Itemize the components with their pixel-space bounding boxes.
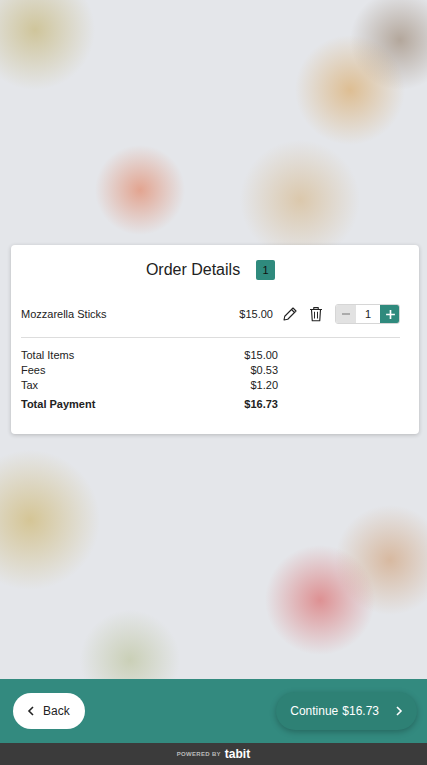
increase-button[interactable] (380, 304, 400, 324)
continue-button[interactable]: Continue$16.73 (276, 692, 417, 730)
chevron-left-icon (27, 706, 35, 716)
summary-value: $16.73 (244, 397, 278, 412)
back-button[interactable]: Back (13, 693, 85, 729)
summary-label: Total Payment (21, 397, 95, 412)
order-item: Mozzarella Sticks$15.00 1 (21, 281, 400, 338)
back-label: Back (43, 702, 70, 720)
pencil-icon (281, 305, 299, 323)
summary-value: $0.53 (250, 363, 278, 378)
item-price: $15.00 (239, 306, 273, 323)
decrease-button[interactable] (336, 305, 356, 323)
continue-label: Continue (290, 702, 338, 720)
plus-icon (385, 309, 396, 320)
trash-icon (307, 305, 325, 323)
chevron-right-icon (395, 706, 403, 716)
summary-row: Total Payment $16.73 (21, 393, 278, 412)
continue-amount: $16.73 (342, 702, 379, 720)
order-screen: Order Details1Mozzarella Sticks$15.001To… (0, 0, 427, 765)
bottom-bar: Back Continue$16.73 (0, 679, 427, 743)
delete-button[interactable] (305, 303, 327, 325)
edit-button[interactable] (279, 303, 301, 325)
footer: POWERED BY tabit (0, 743, 427, 765)
card-title: Order Details (146, 259, 240, 281)
summary-row: Total Items $15.00 (21, 348, 278, 363)
order-details-card: Order Details1Mozzarella Sticks$15.001To… (11, 245, 419, 434)
summary-value: $1.20 (250, 378, 278, 393)
summary-row: Tax $1.20 (21, 378, 278, 393)
quantity-value: 1 (356, 305, 380, 323)
brand-logo: tabit (225, 745, 250, 763)
minus-icon (341, 309, 351, 319)
quantity-stepper: 1 (335, 304, 400, 324)
payment-summary: Total Items$15.00Fees$0.53Tax$1.20Total … (21, 338, 278, 412)
background-photo: Order Details1Mozzarella Sticks$15.001To… (0, 0, 427, 679)
powered-by-label: POWERED BY (177, 750, 221, 759)
summary-label: Tax (21, 378, 38, 393)
summary-row: Fees $0.53 (21, 363, 278, 378)
item-count-badge: 1 (256, 260, 275, 280)
card-header: Order Details 1 (21, 259, 400, 281)
summary-label: Fees (21, 363, 45, 378)
summary-label: Total Items (21, 348, 74, 363)
summary-value: $15.00 (244, 348, 278, 363)
item-name: Mozzarella Sticks (21, 306, 239, 323)
